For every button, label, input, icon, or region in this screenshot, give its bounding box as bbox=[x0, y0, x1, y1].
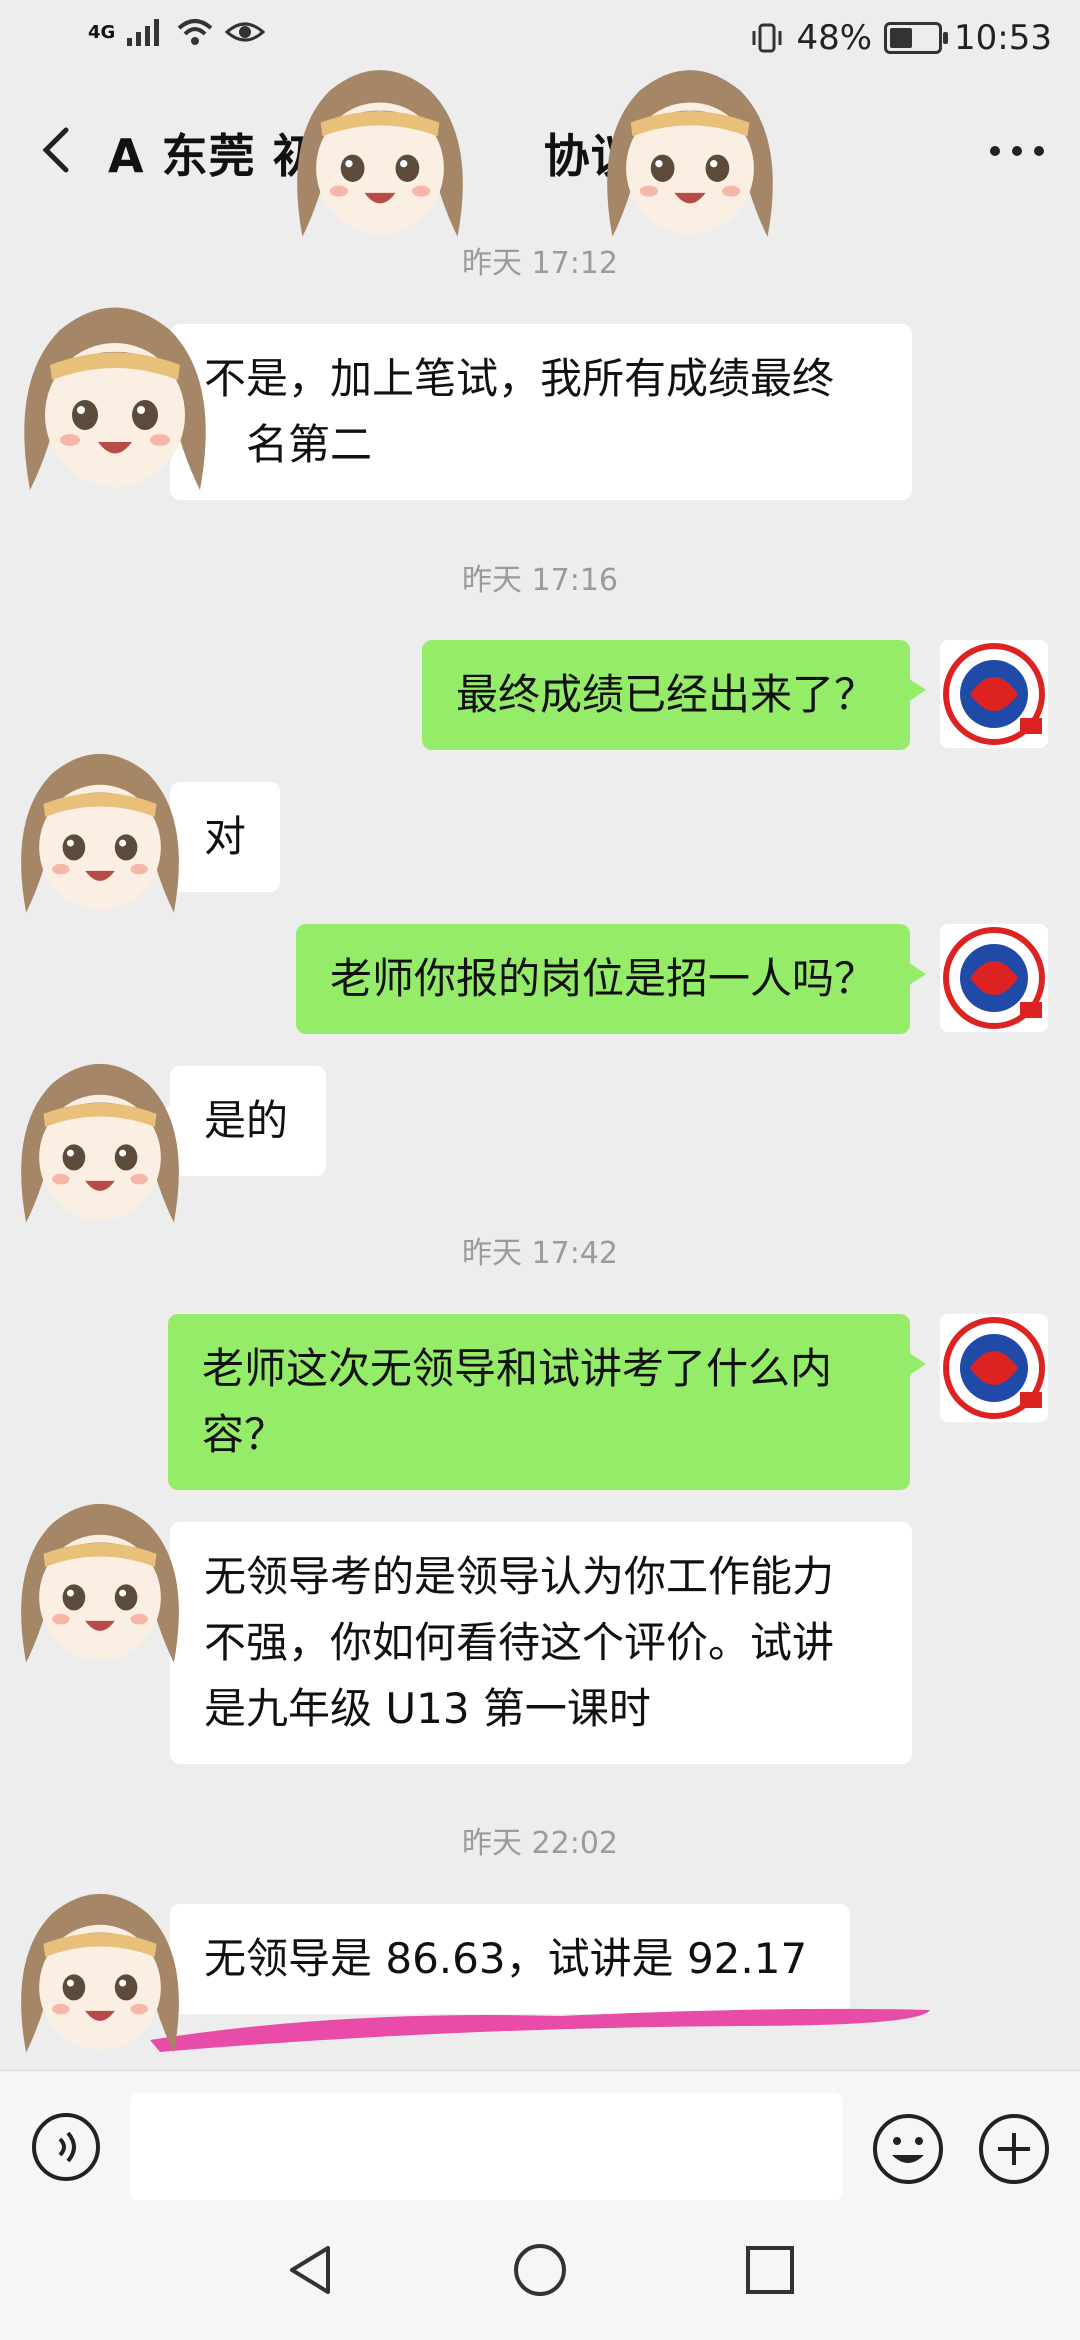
org-logo-icon bbox=[943, 927, 1045, 1029]
contact-avatar-icon[interactable] bbox=[0, 290, 230, 500]
contact-avatar-icon[interactable] bbox=[0, 1020, 200, 1260]
message-text: 无领导是 86.63，试讲是 92.17 bbox=[204, 1934, 808, 1983]
network-label: 4G bbox=[88, 21, 116, 43]
chat-header: A 东莞 初 协议 bbox=[0, 84, 1080, 216]
message-text: 对 bbox=[204, 812, 247, 861]
message-text: 最终成绩已经出来了？ bbox=[455, 670, 876, 719]
battery-percent: 48% bbox=[796, 18, 873, 58]
pink-scribble bbox=[150, 2008, 930, 2052]
message-bubble-outgoing[interactable]: 老师这次无领导和试讲考了什么内 容？ bbox=[168, 1314, 926, 1490]
contact-avatar-icon[interactable] bbox=[0, 1460, 200, 1700]
self-avatar[interactable] bbox=[940, 640, 1048, 748]
wifi-icon bbox=[177, 19, 213, 45]
org-logo-icon bbox=[943, 1317, 1045, 1419]
clock: 10:53 bbox=[954, 18, 1052, 58]
more-icon[interactable] bbox=[982, 126, 1052, 176]
message-text: 不强，你如何看待这个评价。试讲 bbox=[204, 1618, 835, 1667]
message-text: 是的 bbox=[204, 1096, 289, 1145]
contact-avatar-icon[interactable] bbox=[0, 710, 200, 950]
message-text: 老师你报的岗位是招一人吗？ bbox=[329, 954, 876, 1003]
input-bar bbox=[0, 2070, 1080, 2201]
status-right: 48% 10:53 bbox=[750, 18, 1052, 58]
timestamp: 昨天 17:16 bbox=[462, 563, 618, 598]
eye-icon bbox=[225, 22, 266, 42]
message-bubble-outgoing[interactable]: 最终成绩已经出来了？ bbox=[421, 640, 927, 750]
battery-icon bbox=[884, 22, 949, 54]
nav-recent-icon[interactable] bbox=[740, 2240, 800, 2300]
message-bubble-incoming[interactable]: 不是，加上笔试，我所有成绩最终 名第二 bbox=[154, 324, 912, 500]
battery-level bbox=[890, 28, 913, 48]
message-text: 不是，加上笔试，我所有成绩最终 bbox=[204, 354, 835, 403]
self-avatar[interactable] bbox=[940, 924, 1048, 1032]
message-text: 容？ bbox=[202, 1410, 287, 1459]
emoji-icon[interactable] bbox=[870, 2111, 946, 2187]
system-nav-bar bbox=[0, 2200, 1080, 2340]
status-bar: 4G 48% 10:53 bbox=[0, 0, 1080, 84]
voice-icon[interactable] bbox=[30, 2111, 102, 2183]
timestamp: 昨天 22:02 bbox=[462, 1826, 618, 1861]
nav-back-icon[interactable] bbox=[280, 2240, 340, 2300]
self-avatar[interactable] bbox=[940, 1314, 1048, 1422]
sticker-girl-icon bbox=[607, 70, 773, 237]
signal-icon bbox=[127, 19, 160, 46]
org-logo-icon bbox=[943, 643, 1045, 745]
message-text: 是九年级 U13 第一课时 bbox=[204, 1684, 651, 1733]
message-text: 无领导考的是领导认为你工作能力 bbox=[204, 1552, 835, 1601]
message-text: 名第二 bbox=[246, 420, 373, 469]
message-bubble-incoming[interactable]: 无领导考的是领导认为你工作能力 不强，你如何看待这个评价。试讲 是九年级 U13… bbox=[154, 1522, 912, 1764]
message-input[interactable] bbox=[130, 2093, 842, 2201]
status-left: 4G bbox=[88, 16, 266, 48]
nav-home-icon[interactable] bbox=[510, 2240, 570, 2300]
back-icon[interactable] bbox=[28, 120, 88, 180]
timestamp: 昨天 17:12 bbox=[462, 246, 618, 281]
message-bubble-outgoing[interactable]: 老师你报的岗位是招一人吗？ bbox=[295, 924, 927, 1034]
contact-avatar-icon[interactable] bbox=[0, 1870, 200, 2070]
plus-icon[interactable] bbox=[976, 2111, 1052, 2187]
sticker-girl-icon bbox=[297, 70, 463, 237]
message-text: 老师这次无领导和试讲考了什么内 bbox=[202, 1344, 833, 1393]
